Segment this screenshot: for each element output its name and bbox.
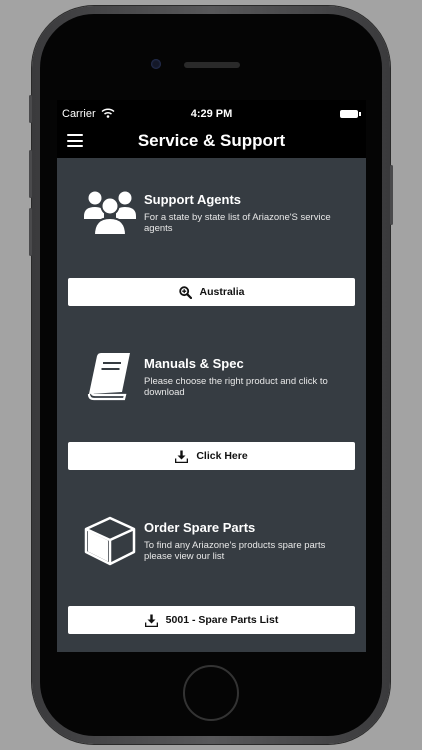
manuals-section: Manuals & Spec Please choose the right p… (57, 322, 366, 486)
section-title: Support Agents (144, 192, 242, 207)
click-here-button[interactable]: Click Here (68, 442, 355, 470)
navigation-bar: Service & Support (57, 128, 366, 158)
button-label: Australia (199, 286, 245, 298)
zoom-icon (178, 285, 192, 299)
people-icon (84, 191, 136, 236)
section-description: Please choose the right product and clic… (144, 376, 328, 398)
section-title: Order Spare Parts (144, 520, 256, 535)
spare-parts-section: Order Spare Parts To find any Ariazone's… (57, 486, 366, 650)
section-title: Manuals & Spec (144, 356, 244, 371)
page-title: Service & Support (137, 131, 286, 150)
app-screen: Carrier 4:29 PM Service & Support Suppor… (57, 100, 366, 652)
status-time: 4:29 PM (190, 108, 233, 120)
button-label: 5001 - Spare Parts List (165, 614, 279, 626)
earpiece-speaker (184, 62, 240, 68)
button-label: Click Here (196, 450, 248, 462)
front-camera (151, 59, 161, 69)
support-agents-section: Support Agents For a state by state list… (57, 158, 366, 322)
mute-switch (29, 95, 32, 123)
download-icon (144, 614, 158, 627)
volume-up-button (29, 150, 32, 198)
spare-parts-list-button[interactable]: 5001 - Spare Parts List (68, 606, 355, 634)
status-bar: Carrier 4:29 PM (57, 100, 366, 128)
volume-down-button (29, 208, 32, 256)
section-description: To find any Ariazone's products spare pa… (144, 540, 326, 562)
content-area: Support Agents For a state by state list… (57, 158, 366, 652)
power-button (390, 165, 393, 225)
box-icon (84, 516, 136, 566)
battery-icon (340, 110, 361, 118)
australia-button[interactable]: Australia (68, 278, 355, 306)
download-icon (175, 450, 189, 463)
home-button[interactable] (183, 665, 239, 721)
book-icon (87, 353, 130, 401)
section-description: For a state by state list of Ariazone'S … (144, 212, 331, 234)
